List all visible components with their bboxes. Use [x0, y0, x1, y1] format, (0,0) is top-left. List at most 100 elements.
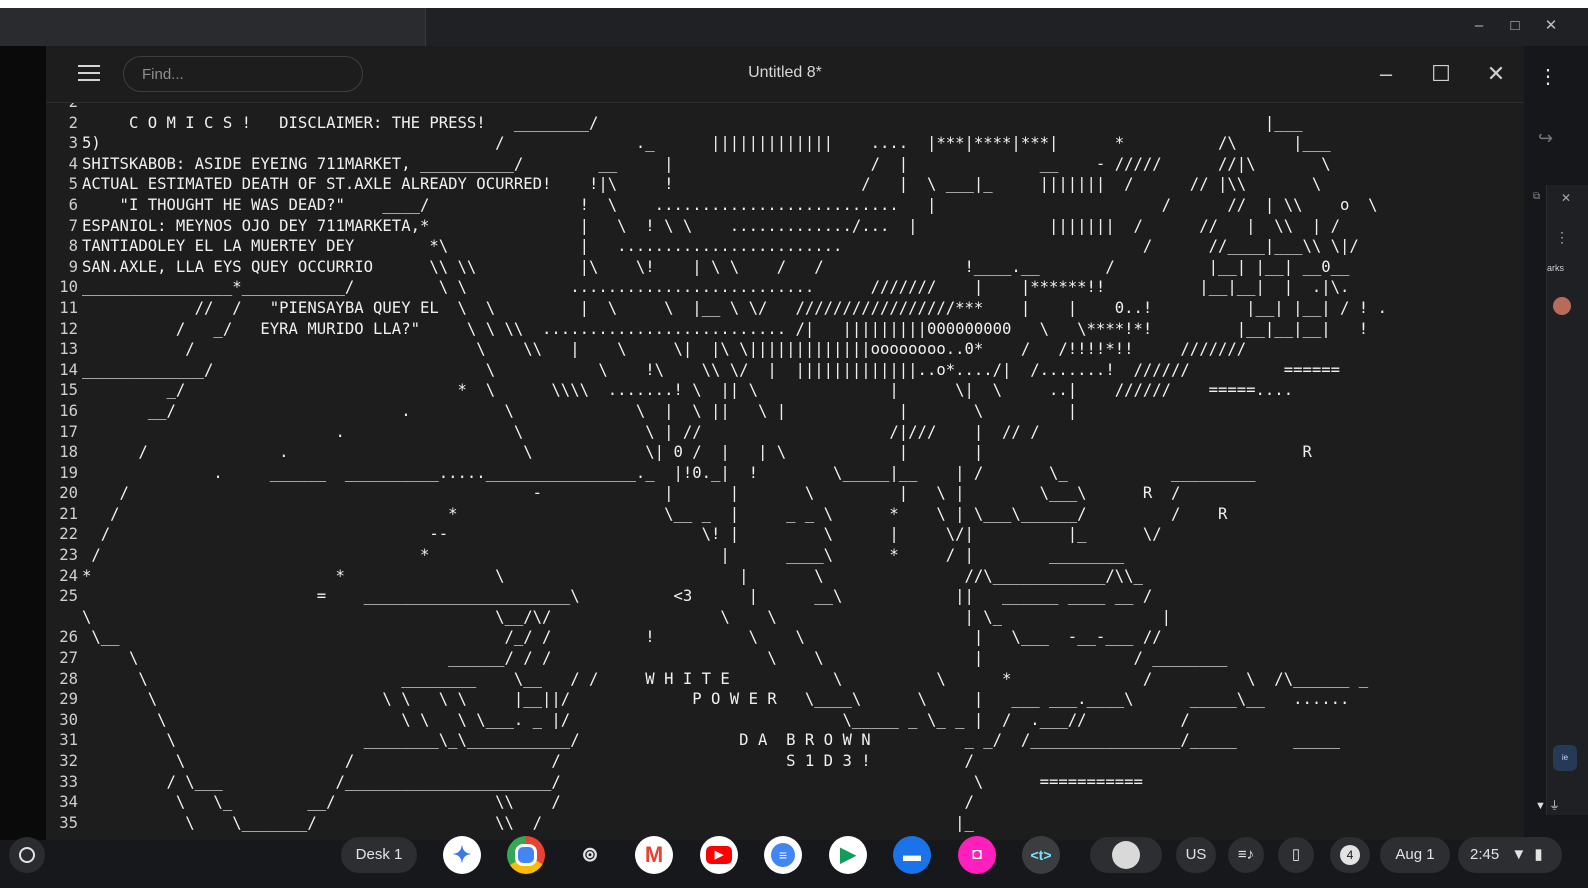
maximize-icon[interactable]: ☐: [1428, 61, 1454, 87]
ime-indicator[interactable]: US: [1176, 837, 1216, 873]
code-line[interactable]: \ \_ __/ \\ / /: [82, 792, 1522, 813]
code-line[interactable]: = ______________________\ <3 | __\ || __…: [82, 586, 1522, 607]
code-line[interactable]: C O M I C S ! DISCLAIMER: THE PRESS! ___…: [82, 113, 1522, 134]
text-editor-window: Untitled 8* – ☐ ✕ 2234567891011121314151…: [46, 46, 1524, 840]
avatar[interactable]: [1553, 297, 1571, 315]
screenshot-app-icon[interactable]: ◘: [958, 836, 996, 874]
podcast-icon[interactable]: ⊚: [571, 836, 609, 874]
code-line[interactable]: 5) / ._ ||||||||||||| .... |***|****|***…: [82, 133, 1522, 154]
editor-titlebar: Untitled 8* – ☐ ✕: [46, 46, 1524, 103]
play-store-icon[interactable]: ▶: [829, 836, 867, 874]
media-controls-icon[interactable]: ≡♪: [1228, 837, 1264, 873]
line-number: 19: [59, 463, 78, 482]
minimize-icon[interactable]: –: [1373, 61, 1399, 87]
code-line[interactable]: TANTIADOLEY EL LA MUERTEY DEY *\ | .....…: [82, 236, 1522, 257]
code-text[interactable]: C O M I C S ! DISCLAIMER: THE PRESS! ___…: [82, 103, 1522, 833]
youtube-icon[interactable]: ▶: [700, 836, 738, 874]
code-line[interactable]: ACTUAL ESTIMATED DEATH OF ST.AXLE ALREAD…: [82, 174, 1522, 195]
gmail-icon[interactable]: M: [635, 836, 673, 874]
desk-button[interactable]: Desk 1: [341, 837, 417, 873]
line-number: 24: [59, 566, 78, 585]
launcher-button[interactable]: [9, 837, 45, 873]
holding-space-tray[interactable]: [1090, 837, 1162, 873]
side-panel: ⧉ ✕ ⋮ arks ie ▼ ⏚: [1533, 185, 1588, 815]
line-number: 7: [68, 216, 78, 235]
code-line[interactable]: \ ________\_\___________/ D A B R O W N …: [82, 730, 1522, 751]
bookmarks-label: arks: [1547, 263, 1565, 273]
line-number: 29: [59, 690, 78, 709]
line-number: 32: [59, 752, 78, 770]
chrome-icon[interactable]: [507, 836, 545, 874]
code-line[interactable]: / * \__ _ | _ _ \ * \ | \___\______/ / R: [82, 504, 1522, 525]
code-line[interactable]: \__ /_/ / ! \ \ | \___ -__-___ //: [82, 627, 1522, 648]
code-line[interactable]: / _/ EYRA MURIDO LLA?" \ \ \\ ..........…: [82, 319, 1522, 340]
text-editor-icon[interactable]: <t>: [1022, 836, 1060, 874]
side-panel-menu-icon[interactable]: ⋮: [1555, 229, 1569, 246]
notification-count: 4: [1340, 845, 1360, 866]
phone-hub-icon[interactable]: ▯: [1278, 837, 1314, 873]
code-line[interactable]: / - | | \ | \ | \___\ R /: [82, 483, 1522, 504]
more-options-icon[interactable]: ⋮: [1538, 64, 1558, 89]
code-line[interactable]: // / "PIENSAYBA QUEY EL \ \ | \ \ |__ \ …: [82, 298, 1522, 319]
line-number: 12: [59, 319, 78, 338]
code-line[interactable]: __/ . \ \ | \ || \ | | \ |: [82, 401, 1522, 422]
code-line[interactable]: SHITSKABOB: ASIDE EYEING 711MARKET, ____…: [82, 154, 1522, 175]
code-line[interactable]: / * | ____\ * / | ________: [82, 545, 1522, 566]
browser-minimize-icon[interactable]: –: [1469, 16, 1489, 36]
docs-icon[interactable]: ≡: [764, 836, 802, 874]
side-panel-close-icon[interactable]: ✕: [1561, 191, 1571, 205]
gemini-icon[interactable]: ✦: [443, 836, 481, 874]
forward-icon[interactable]: ↪: [1538, 128, 1553, 149]
code-line[interactable]: _____________/ \ \ !\ \\ \/ | ||||||||||…: [82, 360, 1522, 381]
code-line[interactable]: / -- \! | \ | \/| |_ \/: [82, 524, 1522, 545]
side-panel-popout-icon[interactable]: ⧉: [1533, 191, 1540, 202]
line-number: 21: [59, 504, 78, 523]
side-panel-chip[interactable]: ie: [1553, 745, 1577, 771]
code-line[interactable]: . \ \ | // /|/// | // /: [82, 422, 1522, 443]
browser-close-icon[interactable]: ✕: [1541, 16, 1561, 36]
browser-maximize-icon[interactable]: □: [1505, 16, 1525, 36]
line-number: 26: [59, 628, 78, 647]
line-number: 13: [59, 340, 78, 359]
files-icon[interactable]: ▬: [893, 836, 931, 874]
code-line[interactable]: ESPANIOL: MEYNOS OJO DEY 711MARKETA,* | …: [82, 216, 1522, 237]
line-number: 23: [59, 546, 78, 565]
code-line[interactable]: / . \ \| 0 / | | \ | | R: [82, 442, 1522, 463]
code-line[interactable]: "I THOUGHT HE WAS DEAD?" ____/ ! \ .....…: [82, 195, 1522, 216]
line-number: 15: [59, 381, 78, 400]
line-number: 22: [59, 525, 78, 544]
code-line[interactable]: \ \_______/ \\ / |_: [82, 813, 1522, 834]
code-line[interactable]: [82, 103, 1522, 113]
editor-area[interactable]: 2234567891011121314151617181920212223242…: [46, 103, 1524, 840]
code-line[interactable]: \ \__/\/ \ \ | \_ |: [82, 607, 1522, 628]
line-number: 34: [59, 793, 78, 812]
code-line[interactable]: / \___ /______________________/ \ ======…: [82, 772, 1522, 793]
line-number: 35: [59, 813, 78, 832]
line-number: [46, 607, 78, 628]
line-number: 33: [59, 772, 78, 791]
date-button[interactable]: Aug 1: [1380, 837, 1450, 873]
code-line[interactable]: / \ \\ | \ \| |\ \|||||||||||||oooooooo.…: [82, 339, 1522, 360]
close-icon[interactable]: ✕: [1483, 61, 1509, 87]
line-number: 20: [59, 484, 78, 503]
line-number: 9: [68, 257, 78, 276]
code-line[interactable]: . ______ __________.....________________…: [82, 463, 1522, 484]
line-number: 5: [68, 175, 78, 194]
top-border: [0, 0, 1588, 8]
code-line[interactable]: * * \ | \ //\____________/\\_: [82, 566, 1522, 587]
notification-badge[interactable]: 4: [1330, 837, 1370, 873]
code-line[interactable]: _/ * \ \\\\ .......! \ || \ | \| \ ..| /…: [82, 380, 1522, 401]
browser-tab[interactable]: [0, 8, 426, 46]
code-line[interactable]: \ ________ \__ / / W H I T E \ \ * / \ /…: [82, 669, 1522, 690]
code-line[interactable]: \ \ \ \ \___. _ |/ \_____ _ \_ _ | / .__…: [82, 710, 1522, 731]
status-area[interactable]: 2:45 ▼ ▮: [1458, 837, 1562, 873]
line-number: 11: [59, 298, 78, 317]
code-line[interactable]: \ ______/ / / \ \ | / ________: [82, 648, 1522, 669]
code-line[interactable]: ________________*___________/ \ \ ......…: [82, 277, 1522, 298]
window-title: Untitled 8*: [748, 64, 822, 81]
code-line[interactable]: SAN.AXLE, LLA EYS QUEY OCCURRIO \\ \\ |\…: [82, 257, 1522, 278]
line-number: 3: [68, 134, 78, 153]
code-line[interactable]: \ / / S 1 D 3 ! /: [82, 751, 1522, 772]
background-window: [0, 46, 46, 840]
code-line[interactable]: \ \ \ \ \ |__||/ P O W E R \____\ \ | __…: [82, 689, 1522, 710]
